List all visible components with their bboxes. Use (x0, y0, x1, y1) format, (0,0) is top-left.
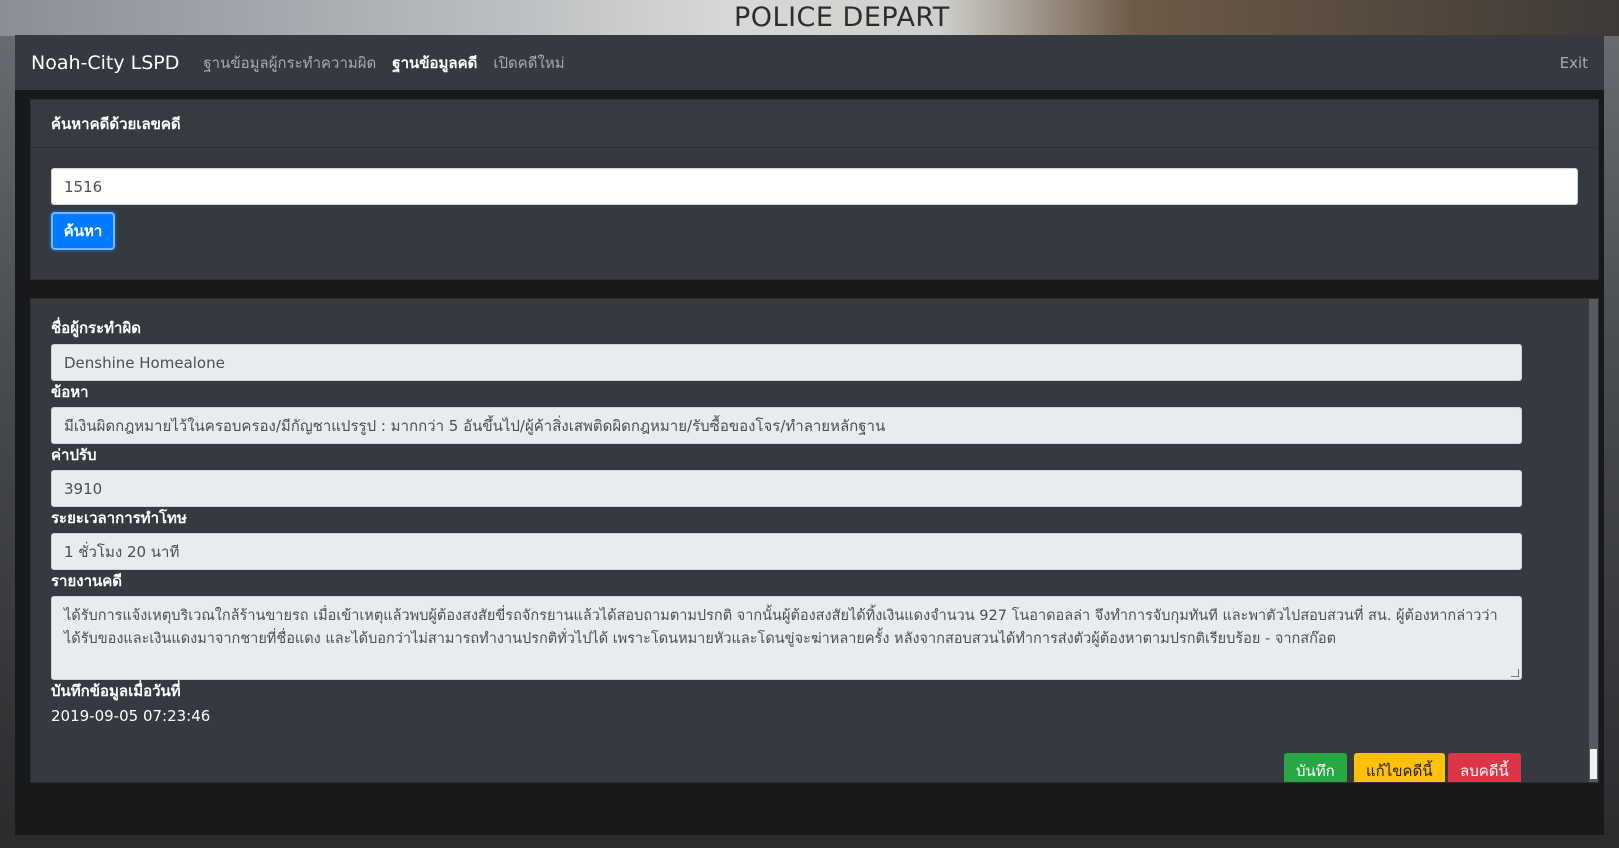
case-number-input[interactable] (51, 168, 1578, 205)
charge-label: ข้อหา (51, 383, 89, 401)
sentence-label: ระยะเวลาการทำโทษ (51, 509, 187, 527)
nav-offender-database[interactable]: ฐานข้อมูลผู้กระทำความผิด (203, 51, 376, 75)
scrollbar-thumb[interactable] (1590, 749, 1597, 779)
report-label: รายงานคดี (51, 572, 123, 590)
recorded-date: 2019-09-05 07:23:46 (51, 707, 211, 725)
app-window: Noah-City LSPD ฐานข้อมูลผู้กระทำความผิด … (15, 35, 1604, 835)
nav-new-case[interactable]: เปิดคดีใหม่ (493, 51, 564, 75)
report-text: ได้รับการแจ้งเหตุบริเวณใกล้ร้านขายรถ เมื… (64, 608, 1498, 647)
background-scene: POLICE DEPART (0, 0, 1619, 36)
offender-field[interactable]: Denshine Homealone (51, 344, 1522, 381)
resize-handle[interactable] (1511, 669, 1519, 677)
save-button[interactable]: บันทึก (1284, 753, 1347, 782)
charge-field[interactable]: มีเงินผิดกฎหมายไว้ในครอบครอง/มีกัญชาแปรร… (51, 407, 1522, 444)
scrollbar[interactable] (1589, 299, 1598, 782)
search-card: ค้นหาคดีด้วยเลขคดี ค้นหา (30, 99, 1599, 280)
fine-field[interactable]: 3910 (51, 470, 1522, 507)
search-button[interactable]: ค้นหา (51, 212, 115, 250)
navbar: Noah-City LSPD ฐานข้อมูลผู้กระทำความผิด … (15, 35, 1604, 90)
nav-case-database[interactable]: ฐานข้อมูลคดี (392, 51, 477, 75)
case-detail-card: ชื่อผู้กระทำผิด Denshine Homealone ข้อหา… (30, 298, 1599, 783)
edit-case-button[interactable]: แก้ไขคดีนี้ (1354, 753, 1445, 782)
report-textarea[interactable]: ได้รับการแจ้งเหตุบริเวณใกล้ร้านขายรถ เมื… (51, 596, 1522, 680)
recorded-label: บันทึกข้อมูลเมื่อวันที่ (51, 682, 181, 700)
police-sign: POLICE DEPART (734, 2, 950, 33)
sentence-field[interactable]: 1 ชั่วโมง 20 นาที (51, 533, 1522, 570)
search-card-header: ค้นหาคดีด้วยเลขคดี (31, 100, 1598, 148)
delete-case-button[interactable]: ลบคดีนี้ (1448, 753, 1521, 782)
brand[interactable]: Noah-City LSPD (31, 52, 179, 74)
fine-label: ค่าปรับ (51, 446, 97, 464)
exit-link[interactable]: Exit (1560, 54, 1588, 72)
offender-label: ชื่อผู้กระทำผิด (51, 319, 142, 337)
